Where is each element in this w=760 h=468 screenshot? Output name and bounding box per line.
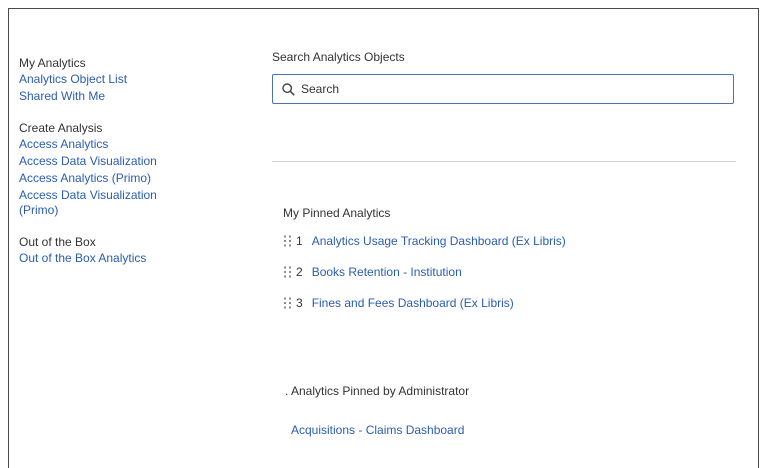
create-analysis-group: Create Analysis Access Analytics Access …	[19, 121, 249, 218]
pinned-item: 2 Books Retention - Institution	[283, 264, 566, 279]
access-data-visualization-link[interactable]: Access Data Visualization	[19, 154, 249, 169]
admin-pinned-link[interactable]: Acquisitions - Claims Dashboard	[291, 423, 469, 438]
access-analytics-link[interactable]: Access Analytics	[19, 137, 249, 152]
out-of-box-group: Out of the Box Out of the Box Analytics	[19, 235, 249, 266]
out-of-box-analytics-link[interactable]: Out of the Box Analytics	[19, 251, 249, 266]
search-label: Search Analytics Objects	[272, 50, 405, 64]
search-input[interactable]	[301, 82, 701, 96]
drag-handle-icon[interactable]	[283, 235, 293, 247]
search-icon	[282, 82, 295, 96]
section-divider	[272, 161, 736, 162]
search-box[interactable]	[272, 74, 734, 104]
analytics-object-list-link[interactable]: Analytics Object List	[19, 72, 249, 87]
pinned-item-link[interactable]: Fines and Fees Dashboard (Ex Libris)	[312, 296, 514, 310]
admin-pinned-analytics: . Analytics Pinned by Administrator Acqu…	[285, 384, 469, 438]
my-pinned-analytics: My Pinned Analytics 1 Analytics Usage Tr…	[283, 206, 566, 326]
create-analysis-heading: Create Analysis	[19, 121, 103, 135]
sidebar: My Analytics Analytics Object List Share…	[19, 56, 249, 283]
pinned-item-number: 3	[296, 295, 303, 310]
pinned-heading: My Pinned Analytics	[283, 206, 391, 220]
pinned-item: 1 Analytics Usage Tracking Dashboard (Ex…	[283, 233, 566, 248]
pinned-item-number: 2	[296, 264, 303, 279]
drag-handle-icon[interactable]	[283, 297, 293, 309]
pinned-item-link[interactable]: Analytics Usage Tracking Dashboard (Ex L…	[312, 234, 566, 248]
admin-pinned-heading: . Analytics Pinned by Administrator	[285, 384, 470, 398]
pinned-item-number: 1	[296, 233, 303, 248]
shared-with-me-link[interactable]: Shared With Me	[19, 89, 249, 104]
my-analytics-heading: My Analytics	[19, 56, 86, 70]
out-of-box-heading: Out of the Box	[19, 235, 96, 249]
access-data-visualization-primo-link[interactable]: Access Data Visualization (Primo)	[19, 188, 199, 218]
main-panel: Search Analytics Objects My Pinned Analy…	[272, 50, 736, 437]
pinned-item-link[interactable]: Books Retention - Institution	[312, 265, 462, 279]
my-analytics-group: My Analytics Analytics Object List Share…	[19, 56, 249, 104]
drag-handle-icon[interactable]	[283, 266, 293, 278]
access-analytics-primo-link[interactable]: Access Analytics (Primo)	[19, 171, 249, 186]
pinned-item: 3 Fines and Fees Dashboard (Ex Libris)	[283, 295, 566, 310]
